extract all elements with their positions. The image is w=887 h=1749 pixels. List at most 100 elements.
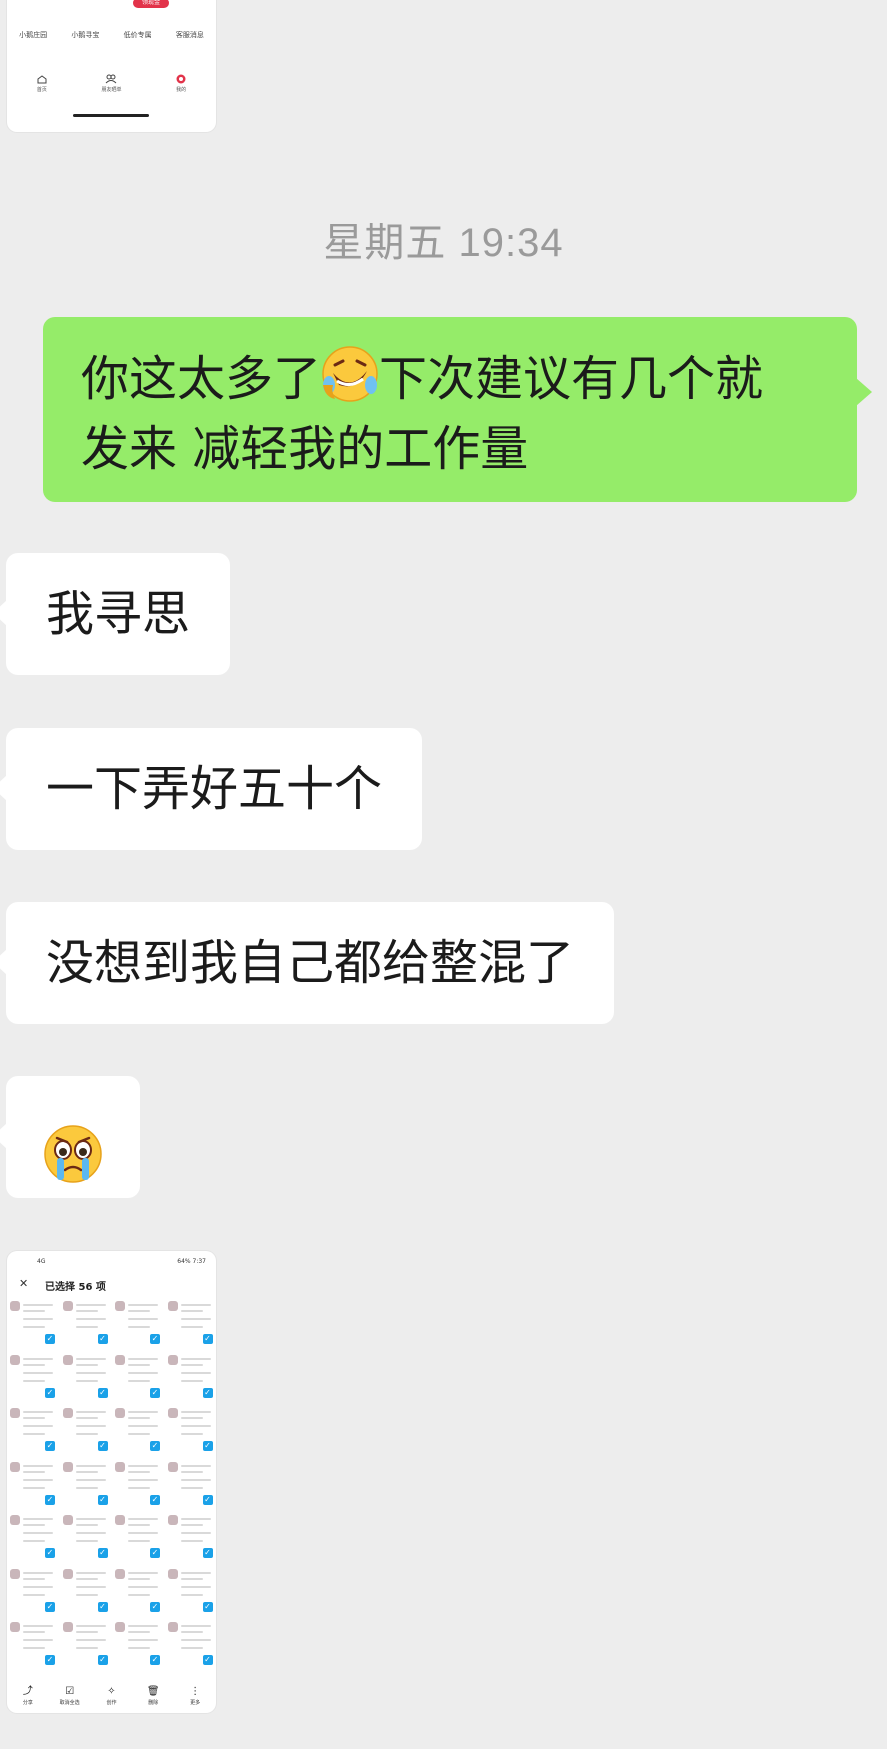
chat-timestamp: 星期五 19:34 bbox=[323, 221, 564, 265]
incoming-emoji-bubble[interactable] bbox=[0, 1076, 140, 1198]
item-text-line bbox=[180, 1593, 203, 1596]
item-text-line bbox=[180, 1318, 211, 1320]
tool-delete: 🗑 删除 bbox=[146, 1686, 160, 1706]
checkbox-checked-icon: ✓ bbox=[97, 1334, 108, 1344]
item-text-line bbox=[23, 1371, 53, 1374]
thumb-bottom-nav: 首页 朋友晒单 我的 bbox=[7, 74, 216, 93]
checkbox-checked-icon: ✓ bbox=[97, 1441, 108, 1451]
shared-screenshot-thumbnail-bottom[interactable]: 4G 64% 7:37 ✕ 已选择 56 项 ✓ ✓ ✓ ✓ ✓ ✓ ✓ ✓ ✓ ✓ ✓ ✓ ✓ ✓ ✓ ✓ ✓… bbox=[7, 1251, 216, 1713]
selected-item-thumb: ✓ bbox=[165, 1350, 217, 1403]
item-text-line bbox=[128, 1577, 150, 1580]
item-text-line bbox=[23, 1593, 45, 1596]
checkbox-checked-icon: ✓ bbox=[202, 1494, 213, 1505]
item-text-line bbox=[75, 1486, 98, 1489]
item-text-line bbox=[128, 1532, 158, 1534]
selected-item-thumb: ✓ bbox=[7, 1296, 59, 1349]
item-text-line bbox=[128, 1326, 150, 1328]
signal-status: 4G bbox=[37, 1258, 46, 1265]
selected-item-thumb: ✓ bbox=[112, 1457, 164, 1510]
item-text-line bbox=[128, 1518, 158, 1520]
item-text-line bbox=[180, 1585, 211, 1588]
item-avatar bbox=[115, 1408, 125, 1418]
checkbox-checked-icon: ✓ bbox=[150, 1601, 160, 1612]
item-text-line bbox=[75, 1433, 98, 1435]
checkbox-checked-icon: ✓ bbox=[202, 1387, 213, 1398]
item-text-line bbox=[128, 1417, 150, 1419]
item-text-line bbox=[75, 1417, 98, 1419]
item-text-line bbox=[23, 1318, 53, 1320]
menu-item: 低价专属 bbox=[123, 31, 152, 39]
item-avatar bbox=[62, 1408, 73, 1418]
status-bar: 4G 64% 7:37 bbox=[7, 1258, 216, 1268]
item-text-line bbox=[23, 1524, 45, 1526]
item-text-line bbox=[75, 1571, 106, 1574]
item-text-line bbox=[23, 1647, 45, 1649]
item-avatar bbox=[10, 1461, 20, 1472]
item-text-line bbox=[75, 1371, 106, 1374]
selected-item-thumb: ✓ bbox=[165, 1564, 217, 1617]
outgoing-message-bubble[interactable]: 你这太多了 下次建议有几个就 发来 减轻我的工作量 bbox=[43, 317, 872, 502]
item-text-line bbox=[128, 1593, 150, 1596]
shared-screenshot-thumbnail-top[interactable]: 领现金 小鹅庄园 小鹅寻宝 低价专属 客服消息 首页 朋友晒单 我的 bbox=[7, 0, 216, 132]
item-avatar bbox=[167, 1408, 178, 1418]
selected-item-thumb: ✓ bbox=[112, 1296, 164, 1349]
item-text-line bbox=[180, 1310, 203, 1312]
trash-icon: 🗑 bbox=[146, 1686, 160, 1697]
item-text-line bbox=[128, 1425, 158, 1427]
item-text-line bbox=[75, 1318, 106, 1320]
item-text-line bbox=[128, 1363, 150, 1366]
item-text-line bbox=[23, 1417, 45, 1419]
item-text-line bbox=[180, 1470, 203, 1473]
checkbox-checked-icon: ✓ bbox=[150, 1387, 160, 1398]
incoming-message-bubble[interactable]: 我寻思 bbox=[0, 553, 231, 675]
selected-items-grid: ✓ ✓ ✓ ✓ ✓ ✓ ✓ ✓ ✓ ✓ ✓ ✓ ✓ ✓ ✓ ✓ ✓ ✓ ✓ ✓ ✓ ✓ ✓ ✓ ✓ ✓ ✓ ✓ bbox=[7, 1296, 216, 1670]
item-text-line bbox=[75, 1524, 98, 1526]
create-icon: ✧ bbox=[107, 1686, 116, 1697]
close-icon: ✕ bbox=[19, 1277, 29, 1290]
selected-item-thumb: ✓ bbox=[60, 1457, 112, 1510]
cash-badge: 领现金 bbox=[133, 0, 169, 8]
item-text-line bbox=[75, 1411, 106, 1413]
nav-item-home: 首页 bbox=[17, 74, 67, 93]
menu-item: 小鹅庄园 bbox=[19, 31, 48, 39]
selected-item-thumb: ✓ bbox=[165, 1403, 217, 1456]
checkbox-checked-icon: ✓ bbox=[202, 1548, 213, 1558]
friends-icon bbox=[105, 74, 117, 84]
selected-item-thumb: ✓ bbox=[165, 1457, 217, 1510]
item-text-line bbox=[180, 1371, 211, 1374]
selected-item-thumb: ✓ bbox=[112, 1350, 164, 1403]
checkbox-checked-icon: ✓ bbox=[97, 1655, 108, 1665]
item-text-line bbox=[23, 1577, 45, 1580]
item-text-line bbox=[23, 1464, 53, 1467]
checkbox-checked-icon: ✓ bbox=[45, 1548, 55, 1558]
menu-item: 客服消息 bbox=[175, 31, 204, 39]
item-avatar bbox=[115, 1301, 125, 1311]
incoming-message-bubble[interactable]: 没想到我自己都给整混了 bbox=[0, 902, 615, 1024]
item-text-line bbox=[128, 1371, 158, 1374]
selected-item-thumb: ✓ bbox=[112, 1564, 164, 1617]
item-text-line bbox=[23, 1571, 53, 1574]
item-text-line bbox=[128, 1411, 158, 1413]
item-text-line bbox=[75, 1425, 106, 1427]
item-text-line bbox=[75, 1639, 106, 1641]
item-text-line bbox=[128, 1639, 158, 1641]
tool-more: ⋮ 更多 bbox=[190, 1686, 201, 1706]
item-text-line bbox=[180, 1326, 203, 1328]
item-text-line bbox=[128, 1585, 158, 1588]
checkbox-checked-icon: ✓ bbox=[150, 1655, 160, 1665]
item-text-line bbox=[128, 1478, 158, 1481]
item-text-line bbox=[128, 1540, 150, 1542]
item-avatar bbox=[62, 1568, 73, 1579]
item-text-line bbox=[75, 1518, 106, 1520]
selected-item-thumb: ✓ bbox=[7, 1617, 59, 1670]
item-text-line bbox=[180, 1379, 203, 1382]
checkbox-checked-icon: ✓ bbox=[45, 1387, 55, 1398]
selected-item-thumb: ✓ bbox=[60, 1403, 112, 1456]
item-avatar bbox=[10, 1408, 20, 1418]
selection-title: 已选择 56 项 bbox=[45, 1282, 106, 1293]
incoming-message-bubble[interactable]: 一下弄好五十个 bbox=[0, 728, 423, 850]
item-text-line bbox=[180, 1518, 211, 1520]
item-avatar bbox=[115, 1515, 125, 1525]
more-icon: ⋮ bbox=[190, 1686, 201, 1697]
item-text-line bbox=[180, 1577, 203, 1580]
